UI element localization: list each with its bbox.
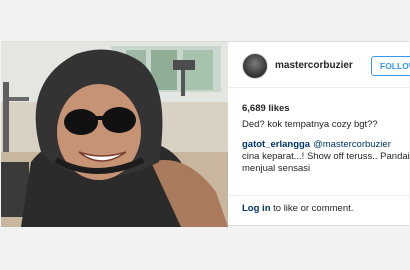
post-side-panel: mastercorbuzier FOLLOW 6,689 likes Ded? … [228,42,410,227]
post-footer: Log in to like or comment. [228,195,409,227]
login-link[interactable]: Log in [242,203,271,214]
login-prompt-text: to like or comment. [270,203,354,214]
follow-button[interactable]: FOLLOW [371,56,410,76]
comment-item: Ded? kok tempatnya cozy bgt?? [242,119,410,131]
comments-list: Ded? kok tempatnya cozy bgt?? gatot_erla… [242,119,410,183]
comment-text: Ded? kok tempatnya cozy bgt?? [242,119,378,130]
comment-text: cina keparat...! Show off teruss.. Panda… [242,151,410,174]
post-photo[interactable] [1,42,228,227]
comment-item: gatot_erlangga @mastercorbuzier cina kepa… [242,139,410,175]
instagram-post-card: mastercorbuzier FOLLOW 6,689 likes Ded? … [1,41,410,227]
login-prompt: Log in to like or comment. [242,203,353,214]
comment-mention[interactable]: @mastercorbuzier [313,139,391,150]
profile-avatar[interactable] [242,53,268,79]
comment-username[interactable]: gatot_erlangga [242,139,310,150]
username-link[interactable]: mastercorbuzier [275,60,353,71]
likes-count[interactable]: 6,689 likes [242,103,290,114]
post-header: mastercorbuzier FOLLOW [228,42,410,88]
selfie-image [1,42,228,227]
